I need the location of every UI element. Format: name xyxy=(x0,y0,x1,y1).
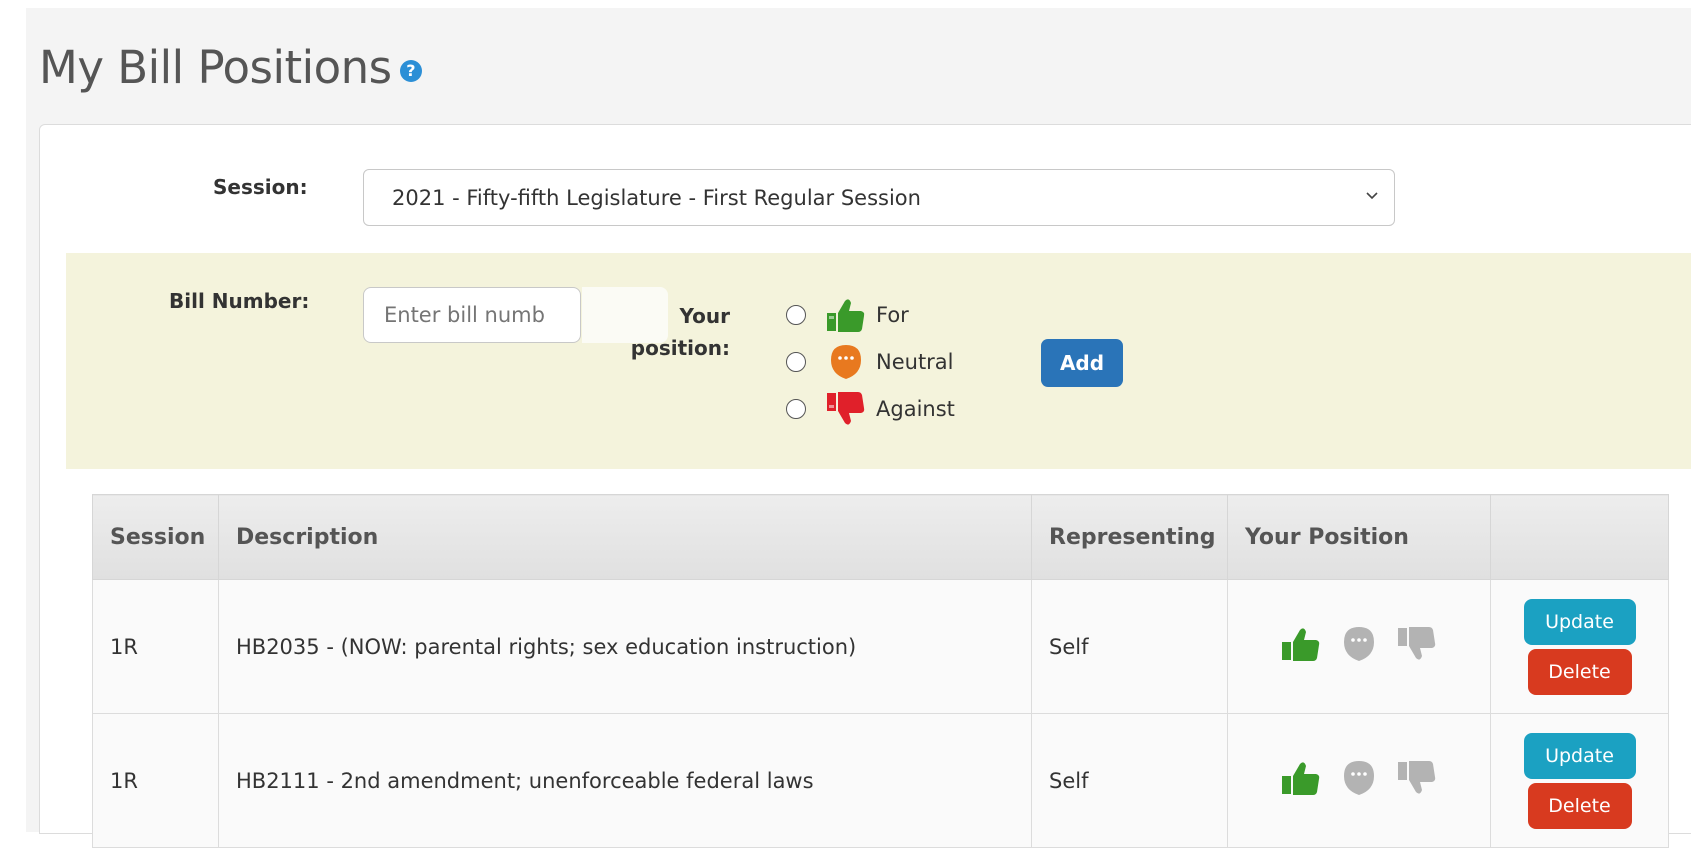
session-select[interactable]: 2021 - Fifty-fifth Legislature - First R… xyxy=(363,169,1395,226)
radio-neutral[interactable] xyxy=(786,352,806,372)
delete-button[interactable]: Delete xyxy=(1527,648,1632,695)
page-title: My Bill Positions? xyxy=(39,38,422,98)
cell-representing: Self xyxy=(1031,579,1228,714)
your-position-label: Your position: xyxy=(620,300,730,364)
header-representing: Representing xyxy=(1031,494,1228,580)
radio-against[interactable] xyxy=(786,399,806,419)
cell-position-icons xyxy=(1227,713,1491,848)
positions-table: Session Description Representing Your Po… xyxy=(92,494,1669,848)
header-actions xyxy=(1490,494,1669,580)
header-description: Description xyxy=(218,494,1032,580)
header-your-position: Your Position xyxy=(1227,494,1491,580)
help-icon[interactable]: ? xyxy=(399,60,422,82)
your-position-label-line1: Your xyxy=(679,304,731,328)
cell-actions: Update Delete xyxy=(1490,579,1669,714)
radio-for[interactable] xyxy=(786,305,806,325)
position-option-for[interactable]: For xyxy=(786,298,909,332)
cell-session: 1R xyxy=(92,579,219,714)
thumbs-up-icon[interactable] xyxy=(1280,624,1322,669)
cell-position-icons xyxy=(1227,579,1491,714)
thumbs-down-icon[interactable] xyxy=(1396,758,1438,803)
neutral-face-icon xyxy=(824,342,868,382)
page-title-text: My Bill Positions xyxy=(39,41,392,94)
thumbs-down-icon xyxy=(824,389,868,429)
table-row: 1R HB2035 - (NOW: parental rights; sex e… xyxy=(92,579,1669,714)
cell-representing: Self xyxy=(1031,713,1228,848)
session-select-value: 2021 - Fifty-fifth Legislature - First R… xyxy=(392,186,921,210)
neutral-face-icon[interactable] xyxy=(1341,758,1377,803)
cell-description: HB2035 - (NOW: parental rights; sex educ… xyxy=(218,579,1032,714)
header-session: Session xyxy=(92,494,219,580)
position-option-neutral[interactable]: Neutral xyxy=(786,345,954,379)
option-label-neutral: Neutral xyxy=(876,350,954,374)
table-row: 1R HB2111 - 2nd amendment; unenforceable… xyxy=(92,713,1669,848)
cell-description: HB2111 - 2nd amendment; unenforceable fe… xyxy=(218,713,1032,848)
neutral-face-icon[interactable] xyxy=(1341,624,1377,669)
session-label: Session: xyxy=(213,175,308,199)
table-header-row: Session Description Representing Your Po… xyxy=(92,494,1669,580)
thumbs-up-icon xyxy=(824,295,868,335)
position-option-against[interactable]: Against xyxy=(786,392,955,426)
delete-button[interactable]: Delete xyxy=(1527,782,1632,829)
add-button[interactable]: Add xyxy=(1041,339,1123,387)
thumbs-up-icon[interactable] xyxy=(1280,758,1322,803)
bill-number-label: Bill Number: xyxy=(169,289,310,313)
your-position-label-line2: position: xyxy=(630,336,730,360)
option-label-for: For xyxy=(876,303,909,327)
cell-actions: Update Delete xyxy=(1490,713,1669,848)
update-button[interactable]: Update xyxy=(1523,732,1636,779)
bill-number-input[interactable] xyxy=(363,287,581,343)
update-button[interactable]: Update xyxy=(1523,598,1636,645)
cell-session: 1R xyxy=(92,713,219,848)
chevron-down-icon xyxy=(1364,184,1380,208)
option-label-against: Against xyxy=(876,397,955,421)
thumbs-down-icon[interactable] xyxy=(1396,624,1438,669)
